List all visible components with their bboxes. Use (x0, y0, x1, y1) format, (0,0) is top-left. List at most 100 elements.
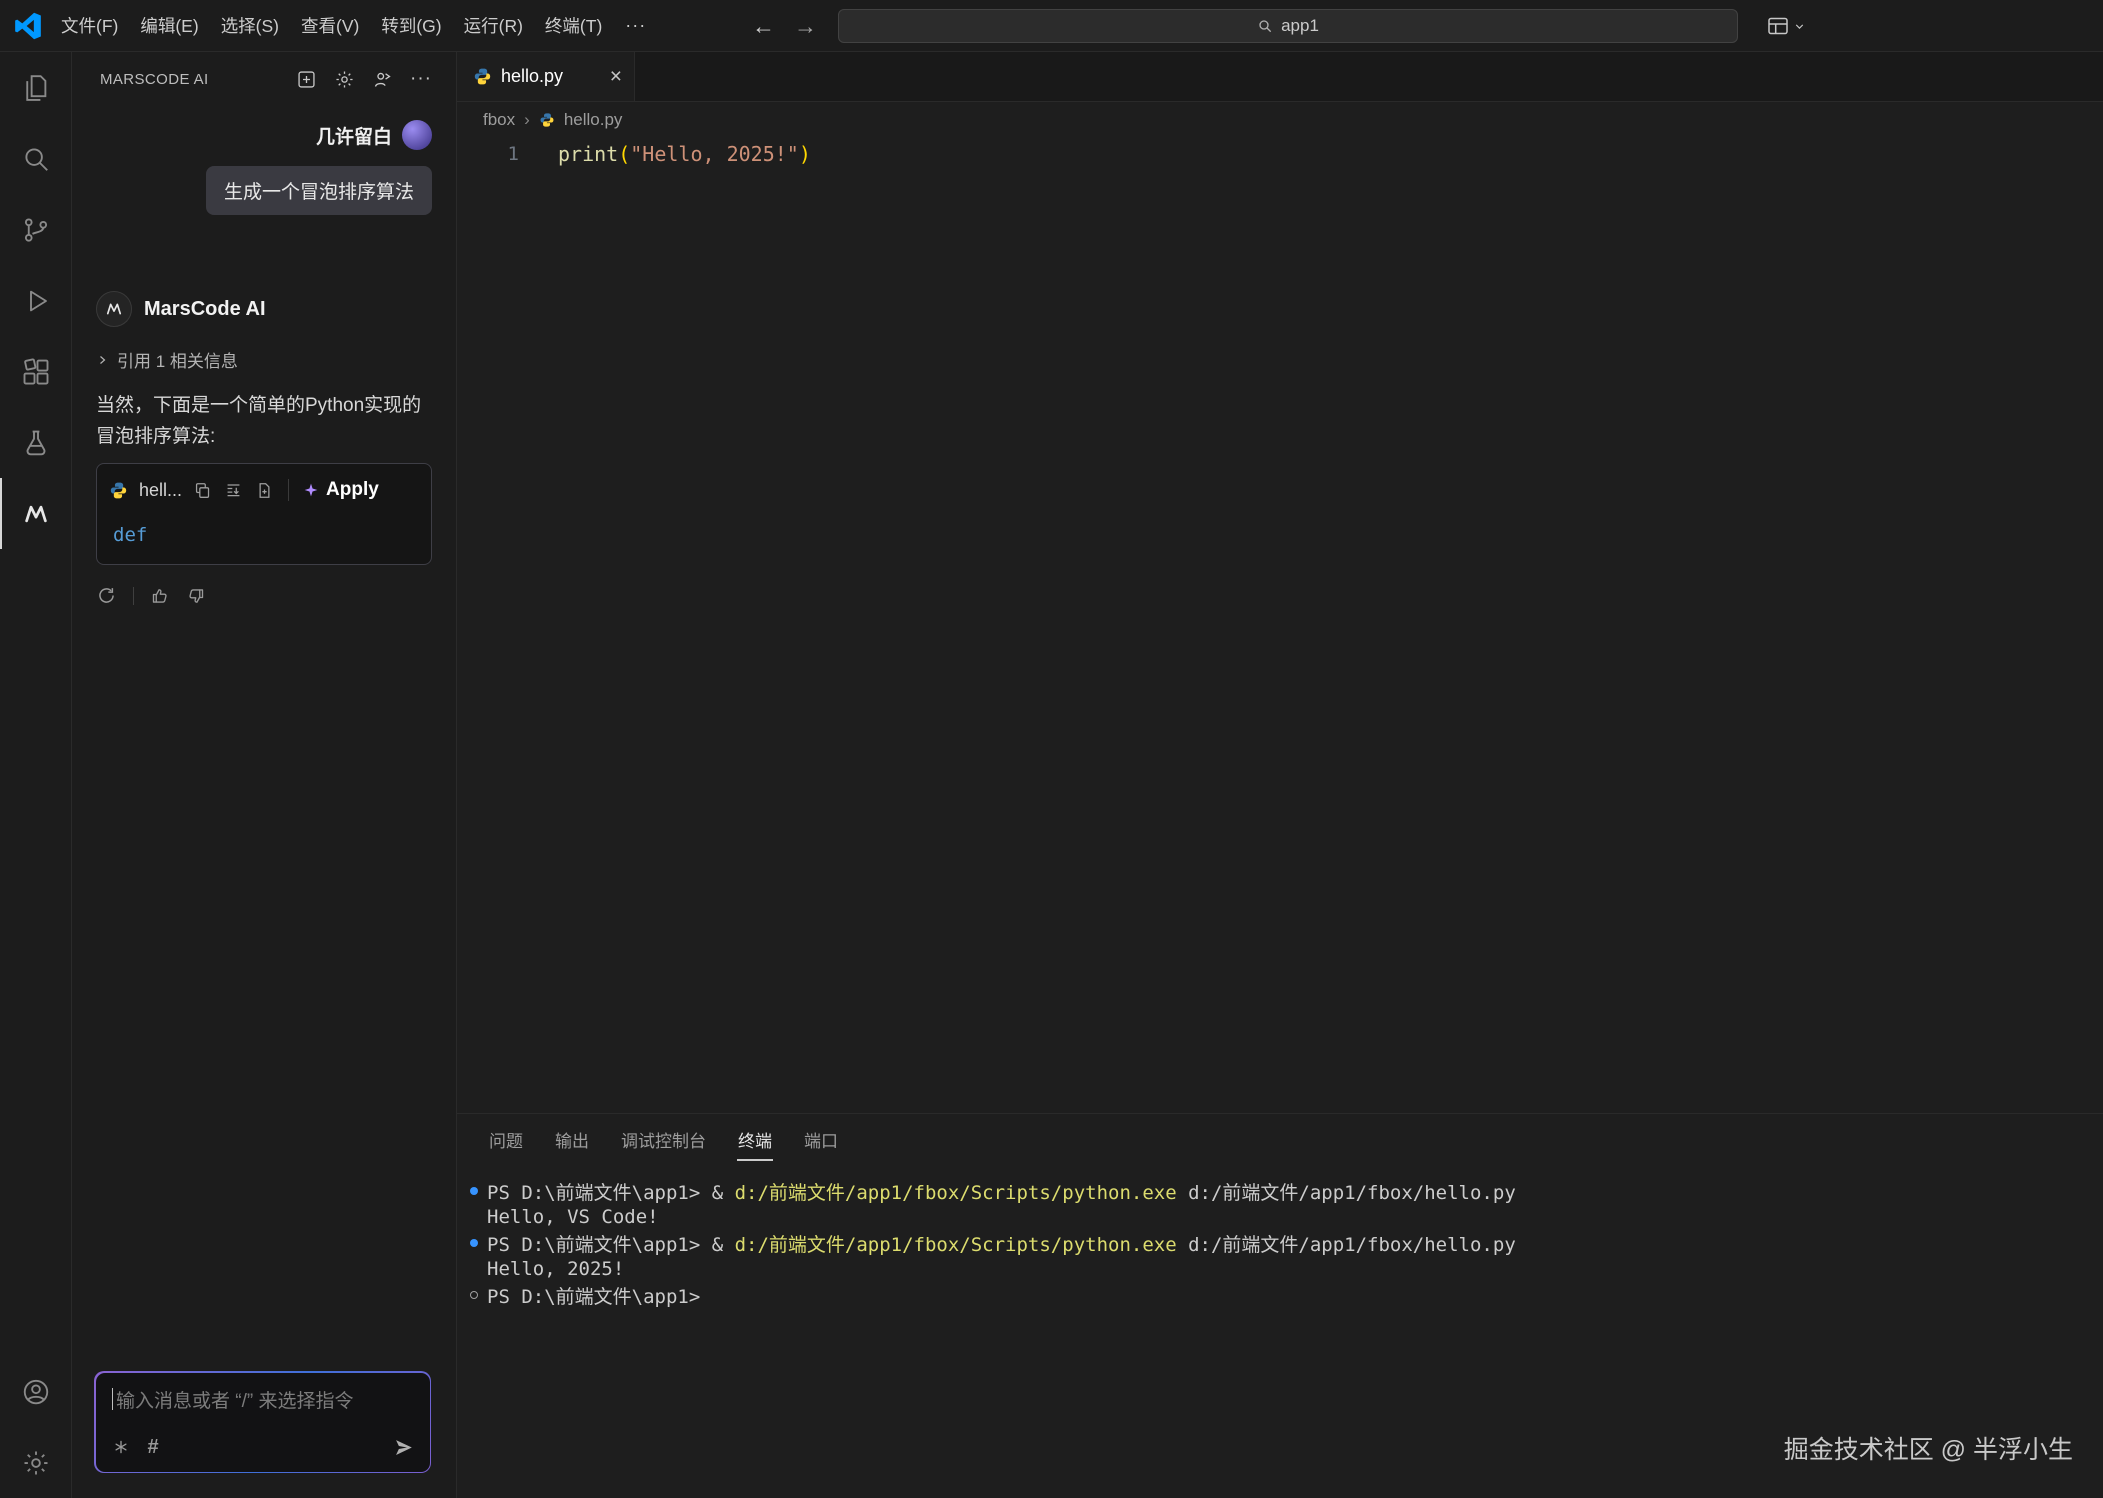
layout-controls[interactable] (1766, 0, 1806, 52)
editor-area: hello.py × fbox › hello.py 1 print("Hell… (457, 52, 2103, 1498)
panel-tab[interactable]: 输出 (554, 1118, 590, 1161)
menu-item[interactable]: 选择(S) (210, 0, 290, 52)
sessions-icon[interactable] (372, 69, 393, 90)
sidebar-header: MARSCODE AI ··· (72, 52, 456, 106)
code-suggestion-card: hell... (96, 463, 432, 565)
menu-item[interactable]: 转到(G) (370, 0, 452, 52)
apply-label: Apply (326, 479, 379, 501)
search-icon (1257, 18, 1273, 34)
workbench-body: MARSCODE AI ··· 几许留白 (0, 52, 2103, 1498)
user-avatar (402, 120, 432, 150)
menu-item[interactable]: 查看(V) (290, 0, 370, 52)
breadcrumb-separator-icon: › (524, 110, 530, 130)
activitybar-marscode-ai[interactable] (0, 478, 71, 549)
regenerate-icon[interactable] (96, 585, 117, 606)
code-card-filename: hell... (139, 480, 182, 501)
menu-item[interactable]: 运行(R) (453, 0, 534, 52)
terminal-line: Hello, VS Code! (470, 1204, 2103, 1230)
insert-at-cursor-icon[interactable] (224, 481, 243, 500)
search-value: app1 (1281, 16, 1319, 36)
command-decoration-icon[interactable] (470, 1291, 478, 1299)
terminal-line: Hello, 2025! (470, 1256, 2103, 1282)
code-token-string: "Hello, 2025!" (630, 142, 799, 166)
activity-bar (0, 52, 72, 1498)
terminal-output[interactable]: PS D:\前端文件\app1> & d:/前端文件/app1/fbox/Scr… (457, 1164, 2103, 1308)
code-line: 1 print("Hello, 2025!") (457, 138, 2103, 169)
activitybar-account[interactable] (0, 1356, 71, 1427)
flask-icon (21, 428, 51, 458)
close-icon[interactable]: × (610, 66, 622, 87)
assistant-name: MarsCode AI (144, 298, 266, 321)
new-file-icon[interactable] (255, 481, 274, 500)
divider (133, 587, 134, 605)
menu-item[interactable]: 编辑(E) (129, 0, 209, 52)
new-chat-icon[interactable] (296, 69, 317, 90)
breadcrumb-folder[interactable]: fbox (483, 110, 515, 130)
thumbs-down-icon[interactable] (186, 586, 206, 606)
tab-hello-py[interactable]: hello.py × (457, 52, 635, 101)
menu-item[interactable]: 终端(T) (534, 0, 613, 52)
divider (288, 479, 289, 501)
terminal-text: d:/前端文件/app1/fbox/Scripts/python.exe (735, 1230, 1177, 1257)
context-icon[interactable]: # (148, 1436, 159, 1459)
breadcrumb-file[interactable]: hello.py (564, 110, 623, 130)
navigate-forward-button[interactable]: → (794, 0, 817, 52)
chat-input-placeholder-row: 输入消息或者 “/” 来选择指令 (112, 1386, 414, 1413)
command-decoration-icon[interactable] (470, 1239, 478, 1247)
navigate-back-button[interactable]: ← (752, 0, 775, 52)
command-center-search[interactable]: app1 (838, 9, 1738, 43)
terminal-text: PS D:\前端文件\app1> (487, 1282, 700, 1309)
panel-tab[interactable]: 调试控制台 (620, 1118, 707, 1161)
menu-overflow-button[interactable]: ··· (613, 15, 658, 36)
search-icon (21, 144, 51, 174)
terminal-text: PS D:\前端文件\app1> & (487, 1178, 735, 1205)
menu-bar: 文件(F)编辑(E)选择(S)查看(V)转到(G)运行(R)终端(T) (50, 0, 613, 52)
thumbs-up-icon[interactable] (150, 586, 170, 606)
more-actions-icon[interactable]: ··· (410, 68, 432, 90)
assistant-reply-text: 当然，下面是一个简单的Python实现的冒泡排序算法: (96, 390, 432, 452)
panel-tab[interactable]: 终端 (737, 1118, 773, 1161)
activitybar-settings[interactable] (0, 1427, 71, 1498)
chevron-right-icon (96, 354, 108, 366)
code-token-close-paren: ) (799, 142, 811, 166)
activitybar-run-debug[interactable] (0, 265, 71, 336)
send-icon[interactable] (393, 1437, 414, 1458)
menu-item[interactable]: 文件(F) (50, 0, 129, 52)
sidebar-title: MARSCODE AI (100, 71, 209, 88)
panel-tab[interactable]: 端口 (803, 1118, 839, 1161)
layout-icon (1766, 14, 1790, 38)
watermark-text: 掘金技术社区 @ 半浮小生 (1784, 1430, 2073, 1466)
activitybar-source-control[interactable] (0, 194, 71, 265)
title-bar: 文件(F)编辑(E)选择(S)查看(V)转到(G)运行(R)终端(T) ··· … (0, 0, 2103, 52)
command-decoration-icon[interactable] (470, 1187, 478, 1195)
activitybar-extensions[interactable] (0, 336, 71, 407)
panel-tab[interactable]: 问题 (488, 1118, 524, 1161)
python-icon (109, 481, 128, 500)
code-editor[interactable]: 1 print("Hello, 2025!") (457, 138, 2103, 1113)
references-toggle[interactable]: 引用 1 相关信息 (96, 347, 432, 372)
activitybar-explorer[interactable] (0, 52, 71, 123)
vscode-window: 文件(F)编辑(E)选择(S)查看(V)转到(G)运行(R)终端(T) ··· … (0, 0, 2103, 1498)
copy-icon[interactable] (193, 481, 212, 500)
chat-thread: 几许留白 生成一个冒泡排序算法 MarsCode AI 引用 1 相关信息 (72, 106, 456, 1498)
tab-label: hello.py (501, 66, 563, 87)
line-number: 1 (457, 143, 519, 165)
bottom-panel: 问题输出调试控制台终端端口 PS D:\前端文件\app1> & d:/前端文件… (457, 1113, 2103, 1498)
code-text: print("Hello, 2025!") (519, 142, 811, 166)
activitybar-search[interactable] (0, 123, 71, 194)
activitybar-testing[interactable] (0, 407, 71, 478)
files-icon (21, 73, 51, 103)
commands-icon[interactable] (112, 1438, 130, 1456)
chat-input-box[interactable]: 输入消息或者 “/” 来选择指令 # (94, 1371, 431, 1473)
apply-button[interactable]: Apply (303, 479, 379, 501)
breadcrumb: fbox › hello.py (457, 102, 2103, 138)
chat-input-placeholder: 输入消息或者 “/” 来选择指令 (116, 1386, 354, 1413)
user-message-bubble: 生成一个冒泡排序算法 (206, 166, 432, 215)
user-message-header: 几许留白 (96, 120, 432, 150)
editor-tab-bar: hello.py × (457, 52, 2103, 102)
gear-icon[interactable] (334, 69, 355, 90)
chat-input-actions: # (112, 1436, 414, 1459)
marscode-icon (21, 499, 51, 529)
code-card-actions (193, 481, 274, 500)
terminal-line: PS D:\前端文件\app1> & d:/前端文件/app1/fbox/Scr… (470, 1230, 2103, 1256)
